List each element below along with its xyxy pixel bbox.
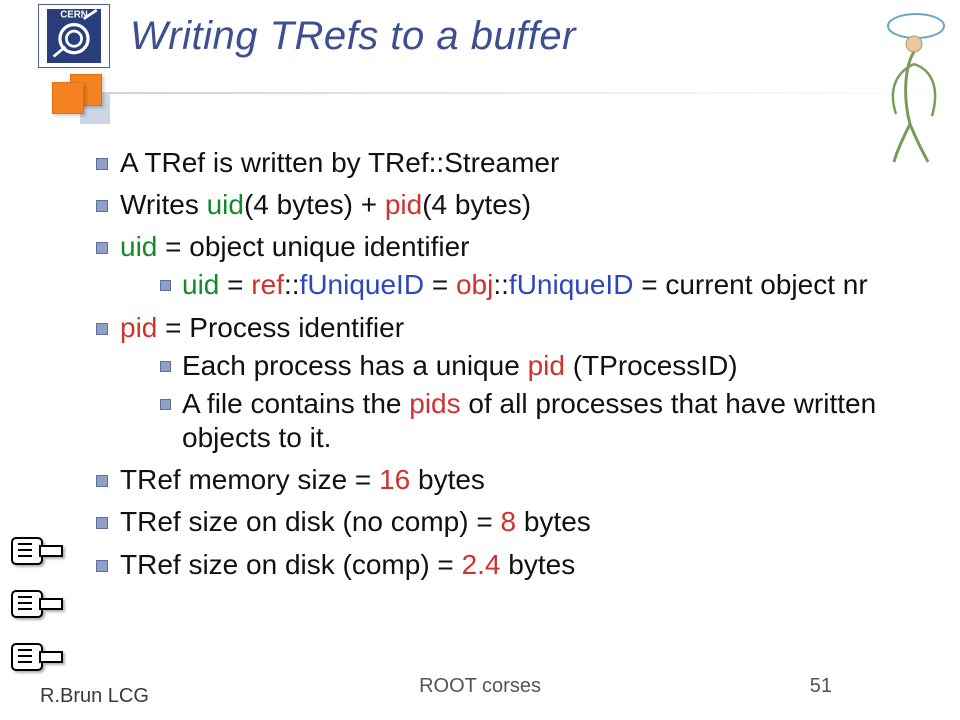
- text-value: 16: [379, 464, 410, 495]
- text: (4 bytes): [422, 189, 531, 220]
- text: = object unique identifier: [157, 231, 469, 262]
- text-ref: ref: [251, 269, 284, 300]
- text: (TProcessID): [565, 350, 738, 381]
- pointer-hand-icon: [10, 585, 66, 632]
- pointer-hands: [10, 526, 66, 691]
- slide-title: Writing TRefs to a buffer: [130, 14, 576, 59]
- text: Each process has a unique: [182, 350, 528, 381]
- text-pid: pid: [120, 312, 157, 343]
- text: TRef size on disk (no comp) =: [120, 506, 500, 537]
- cern-logo-svg: CERN: [44, 9, 104, 63]
- text-uid: uid: [207, 189, 244, 220]
- footer-page-number: 51: [810, 675, 832, 698]
- text-value: 2.4: [462, 549, 501, 580]
- text: ::: [493, 269, 509, 300]
- svg-text:CERN: CERN: [60, 10, 88, 21]
- text: bytes: [516, 506, 591, 537]
- text: Writes: [120, 189, 207, 220]
- sub-bullet: Each process has a unique pid (TProcessI…: [154, 349, 930, 383]
- text: =: [424, 269, 456, 300]
- text-value: 8: [500, 506, 516, 537]
- text: bytes: [501, 549, 576, 580]
- bullet: pid = Process identifier Each process ha…: [90, 311, 930, 456]
- bullet: A TRef is written by TRef::Streamer: [90, 146, 930, 180]
- slide-content: A TRef is written by TRef::Streamer Writ…: [90, 140, 930, 590]
- text-uid: uid: [120, 231, 157, 262]
- pointer-hand-icon: [10, 532, 66, 579]
- cern-logo: CERN: [38, 4, 110, 68]
- text-pids: pids: [409, 388, 460, 419]
- text-obj: obj: [456, 269, 493, 300]
- bullet: TRef size on disk (no comp) = 8 bytes: [90, 505, 930, 539]
- text-uid: uid: [182, 269, 219, 300]
- sub-bullet: uid = ref::fUniqueID = obj::fUniqueID = …: [154, 268, 930, 302]
- text: bytes: [410, 464, 485, 495]
- text: TRef memory size =: [120, 464, 379, 495]
- text-funiqueid: fUniqueID: [509, 269, 634, 300]
- text: = Process identifier: [157, 312, 404, 343]
- bullet: TRef memory size = 16 bytes: [90, 463, 930, 497]
- text: ::: [284, 269, 300, 300]
- slide: CERN Writing TRefs to a buffer A TRef is…: [0, 0, 960, 720]
- text: TRef size on disk (comp) =: [120, 549, 462, 580]
- text: (4 bytes) +: [244, 189, 385, 220]
- text-pid: pid: [528, 350, 565, 381]
- text-pid: pid: [385, 189, 422, 220]
- text: A file contains the: [182, 388, 409, 419]
- bullet: uid = object unique identifier uid = ref…: [90, 230, 930, 302]
- bullet: Writes uid(4 bytes) + pid(4 bytes): [90, 188, 930, 222]
- text: =: [219, 269, 251, 300]
- sub-bullet: A file contains the pids of all processe…: [154, 387, 930, 455]
- text-funiqueid: fUniqueID: [300, 269, 425, 300]
- bullet: TRef size on disk (comp) = 2.4 bytes: [90, 548, 930, 582]
- text: = current object nr: [633, 269, 867, 300]
